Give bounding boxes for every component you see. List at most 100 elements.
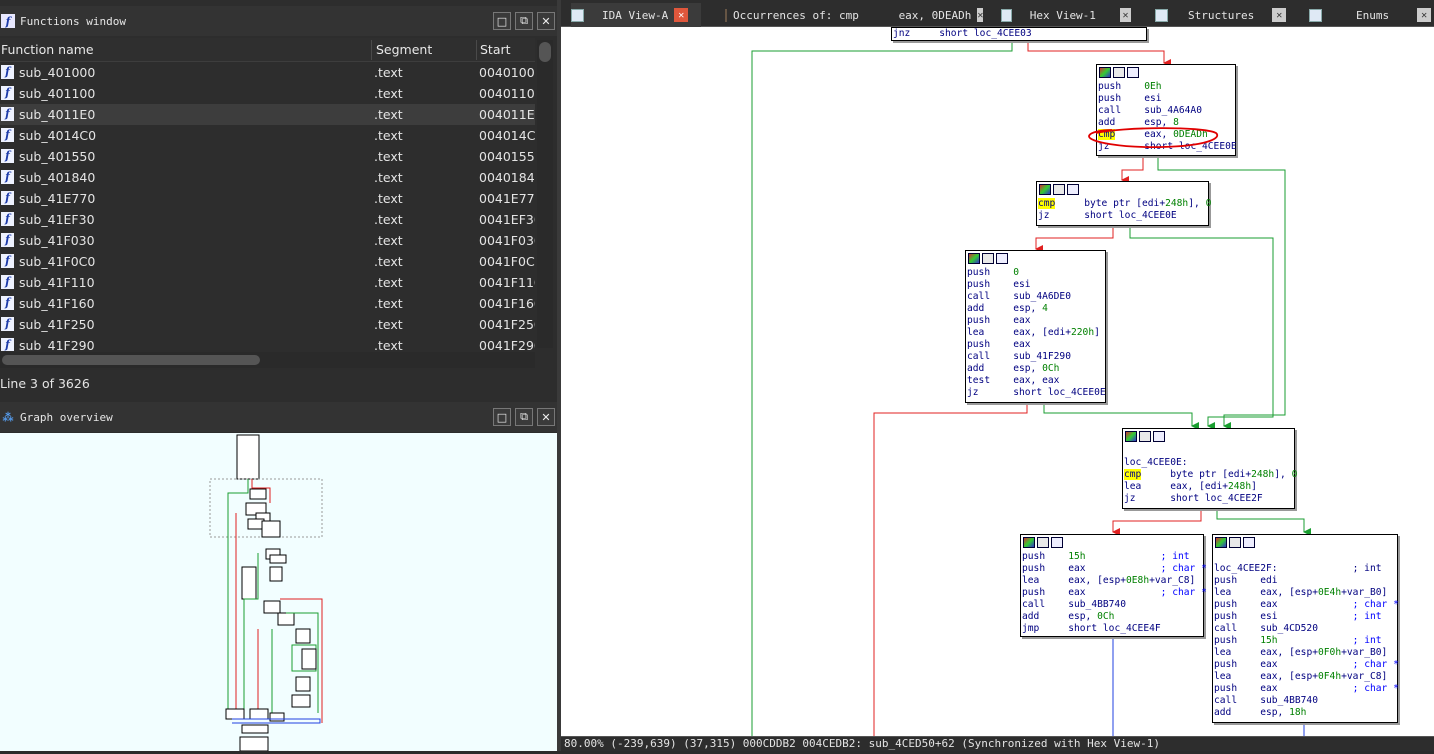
functions-vertical-scrollbar[interactable] bbox=[537, 40, 553, 348]
graph-icon[interactable] bbox=[1153, 431, 1165, 442]
left-dock: f Functions window □ ⧉ ✕ Function name S… bbox=[0, 0, 557, 752]
graph-overview-titlebar[interactable]: ⁂ Graph overview □ ⧉ ✕ bbox=[0, 402, 557, 432]
functions-status-line: Line 3 of 3626 bbox=[0, 376, 90, 391]
asm-line: call sub_4A6DE0 bbox=[967, 291, 1071, 302]
function-row[interactable]: f sub_41F110 .text 0041F110 bbox=[0, 272, 535, 293]
function-start: 0041EF30 bbox=[479, 212, 535, 227]
function-row[interactable]: f sub_41F250 .text 0041F250 bbox=[0, 314, 535, 335]
graph-icon[interactable] bbox=[996, 253, 1008, 264]
graph-icon[interactable] bbox=[1067, 184, 1079, 195]
graph-icon[interactable] bbox=[1051, 537, 1063, 548]
edit-icon[interactable] bbox=[1037, 537, 1049, 548]
function-row[interactable]: f sub_41E770 .text 0041E770 bbox=[0, 188, 535, 209]
tab-close-icon[interactable]: ✕ bbox=[1119, 8, 1131, 22]
color-icon[interactable] bbox=[968, 253, 980, 264]
ida-graph-view[interactable]: jnz short loc_4CEE03 push 0Eh push esi cal… bbox=[561, 27, 1434, 736]
function-icon: f bbox=[1, 65, 14, 79]
function-row[interactable]: f sub_4011E0 .text 004011E0 bbox=[0, 104, 535, 125]
graph-icon[interactable] bbox=[1243, 537, 1255, 548]
edit-icon[interactable] bbox=[1053, 184, 1065, 195]
asm-line: add esp, 0Ch bbox=[1022, 611, 1115, 622]
edit-icon[interactable] bbox=[982, 253, 994, 264]
function-segment: .text bbox=[374, 107, 403, 122]
functions-window-titlebar[interactable]: f Functions window □ ⧉ ✕ bbox=[0, 6, 557, 36]
function-name: sub_401100 bbox=[19, 86, 96, 101]
function-row[interactable]: f sub_41F290 .text 0041F290 bbox=[0, 335, 535, 351]
function-row[interactable]: f sub_41F030 .text 0041F030 bbox=[0, 230, 535, 251]
function-start: 0041F110 bbox=[479, 275, 535, 290]
asm-line: push eax ; char * bbox=[1214, 683, 1399, 694]
tab-bar: IDA View-A ✕ Occurrences of: cmp eax, 0D… bbox=[561, 0, 1434, 27]
color-icon[interactable] bbox=[1125, 431, 1137, 442]
color-icon[interactable] bbox=[1039, 184, 1051, 195]
function-name: sub_401550 bbox=[19, 149, 96, 164]
function-row[interactable]: f sub_41F160 .text 0041F160 bbox=[0, 293, 535, 314]
function-row[interactable]: f sub_401840 .text 00401840 bbox=[0, 167, 535, 188]
asm-line: add esp, 18h bbox=[1214, 707, 1307, 718]
column-segment[interactable]: Segment bbox=[376, 38, 432, 62]
status-bar: 80.00% (-239,639) (37,315) 000CDDB2 004C… bbox=[561, 736, 1434, 751]
tab-close-icon[interactable]: ✕ bbox=[977, 8, 984, 22]
graph-node-n4[interactable]: loc_4CEE0E: cmp byte ptr [edi+248h], 0 lea… bbox=[1122, 428, 1297, 509]
color-icon[interactable] bbox=[1215, 537, 1227, 548]
graph-node-n3[interactable]: push 0 push esi call sub_4A6DE0 add esp, 4p… bbox=[965, 250, 1106, 403]
tab-enums[interactable]: Enums ✕ bbox=[1309, 3, 1434, 27]
asm-line: push eax bbox=[967, 315, 1031, 326]
color-icon[interactable] bbox=[1099, 67, 1111, 78]
asm-line: lea eax, [esp+0F0h+var_B0] bbox=[1214, 647, 1388, 658]
graph-node-n0[interactable]: jnz short loc_4CEE03 bbox=[891, 27, 1147, 41]
function-start: 0041F030 bbox=[479, 233, 535, 248]
column-start[interactable]: Start bbox=[480, 38, 511, 62]
graph-node-n2[interactable]: cmp byte ptr [edi+248h], 0 jz short loc_4… bbox=[1036, 181, 1211, 226]
function-row[interactable]: f sub_401100 .text 00401100 bbox=[0, 83, 535, 104]
function-row[interactable]: f sub_41EF30 .text 0041EF30 bbox=[0, 209, 535, 230]
asm-line: push edi bbox=[1214, 575, 1278, 586]
asm-line: push esi bbox=[1098, 93, 1162, 104]
tab-hex-view-1[interactable]: Hex View-1 ✕ bbox=[1001, 3, 1131, 27]
graph-node-n5[interactable]: push 15h ; int push eax ; char * lea eax, … bbox=[1020, 534, 1207, 637]
function-row[interactable]: f sub_41F0C0 .text 0041F0C0 bbox=[0, 251, 535, 272]
function-row[interactable]: f sub_401550 .text 00401550 bbox=[0, 146, 535, 167]
asm-line: push esi bbox=[967, 279, 1031, 290]
function-row[interactable]: f sub_4014C0 .text 004014C0 bbox=[0, 125, 535, 146]
function-start: 0041E770 bbox=[479, 191, 535, 206]
float-button[interactable]: ⧉ bbox=[515, 12, 533, 30]
color-icon[interactable] bbox=[1023, 537, 1035, 548]
function-icon: f bbox=[1, 296, 14, 310]
function-icon: f bbox=[1, 191, 14, 205]
asm-block: push 15h ; int push eax ; char * lea eax, … bbox=[1021, 551, 1207, 635]
tab-close-icon[interactable]: ✕ bbox=[674, 8, 689, 22]
function-row[interactable]: f sub_401000 .text 00401000 bbox=[0, 62, 535, 83]
asm-line: push 0 bbox=[967, 267, 1019, 278]
function-segment: .text bbox=[374, 233, 403, 248]
tab-close-icon[interactable]: ✕ bbox=[1417, 8, 1432, 22]
graph-overview-canvas[interactable] bbox=[0, 433, 557, 752]
asm-line: call sub_4BB740 bbox=[1022, 599, 1126, 610]
tab-occurrences[interactable]: Occurrences of: cmp eax, 0DEADh ✕ bbox=[725, 3, 984, 27]
float-button[interactable]: ⧉ bbox=[515, 408, 533, 426]
close-button[interactable]: ✕ bbox=[537, 12, 555, 30]
function-segment: .text bbox=[374, 149, 403, 164]
function-name: sub_41F160 bbox=[19, 296, 95, 311]
function-start: 00401550 bbox=[479, 149, 535, 164]
asm-line: add esp, 4 bbox=[967, 303, 1048, 314]
maximize-button[interactable]: □ bbox=[493, 12, 511, 30]
maximize-button[interactable]: □ bbox=[493, 408, 511, 426]
close-button[interactable]: ✕ bbox=[537, 408, 555, 426]
tab-structures[interactable]: Structures ✕ bbox=[1155, 3, 1291, 27]
graph-icon[interactable] bbox=[1127, 67, 1139, 78]
graph-node-n6[interactable]: loc_4CEE2F: ; int push edi lea eax, [esp+0… bbox=[1212, 534, 1399, 723]
asm-line: call sub_4A64A0 bbox=[1098, 105, 1202, 116]
tab-close-icon[interactable]: ✕ bbox=[1272, 8, 1287, 22]
asm-line: jz short loc_4CEE0E bbox=[967, 387, 1106, 398]
edit-icon[interactable] bbox=[1139, 431, 1151, 442]
tab-ida-view-a[interactable]: IDA View-A ✕ bbox=[571, 3, 701, 27]
asm-line: add esp, 0Ch bbox=[967, 363, 1060, 374]
functions-horizontal-scrollbar[interactable] bbox=[0, 352, 535, 368]
column-function-name[interactable]: Function name bbox=[1, 38, 94, 62]
edit-icon[interactable] bbox=[1113, 67, 1125, 78]
function-name: sub_41F0C0 bbox=[19, 254, 96, 269]
edit-icon[interactable] bbox=[1229, 537, 1241, 548]
function-segment: .text bbox=[374, 170, 403, 185]
asm-line: push esi ; int bbox=[1214, 611, 1382, 622]
